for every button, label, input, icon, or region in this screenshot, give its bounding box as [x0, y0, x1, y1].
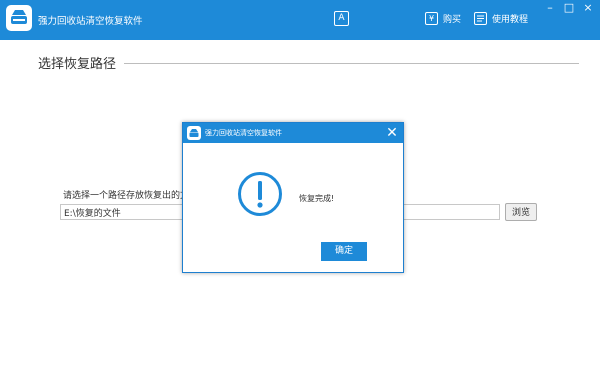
- buy-label: 购买: [443, 15, 462, 25]
- maximize-button[interactable]: □: [561, 1, 577, 15]
- tutorial-button[interactable]: 使用教程: [474, 12, 528, 25]
- tutorial-label: 使用教程: [492, 15, 529, 25]
- path-prompt-label: 请选择一个路径存放恢复出的文: [63, 191, 190, 201]
- buy-button[interactable]: ¥ 购买: [425, 12, 461, 25]
- dialog-message: 恢复完成!: [299, 194, 335, 203]
- app-logo-icon: [6, 5, 32, 31]
- yen-icon: ¥: [425, 12, 438, 25]
- close-button[interactable]: ×: [580, 1, 596, 15]
- font-a-icon[interactable]: A: [334, 11, 349, 26]
- dialog-logo-icon: [187, 126, 201, 140]
- minimize-button[interactable]: –: [542, 1, 558, 15]
- browse-button[interactable]: 浏览: [505, 203, 537, 221]
- section-title: 选择恢复路径: [38, 57, 117, 72]
- exclamation-circle-icon: [237, 171, 283, 217]
- completion-dialog: 强力回收站清空恢复软件 ✕ 恢复完成! 确定: [182, 122, 404, 273]
- dialog-close-button[interactable]: ✕: [384, 124, 400, 142]
- title-bar: 强力回收站清空恢复软件 A ¥ 购买 使用教程 – □ ×: [0, 0, 600, 40]
- app-title: 强力回收站清空恢复软件: [38, 16, 143, 27]
- ok-button[interactable]: 确定: [321, 242, 367, 261]
- dialog-title-bar: 强力回收站清空恢复软件 ✕: [183, 123, 403, 143]
- document-icon: [474, 12, 487, 25]
- section-divider: [124, 63, 579, 64]
- dialog-title: 强力回收站清空恢复软件: [205, 129, 282, 137]
